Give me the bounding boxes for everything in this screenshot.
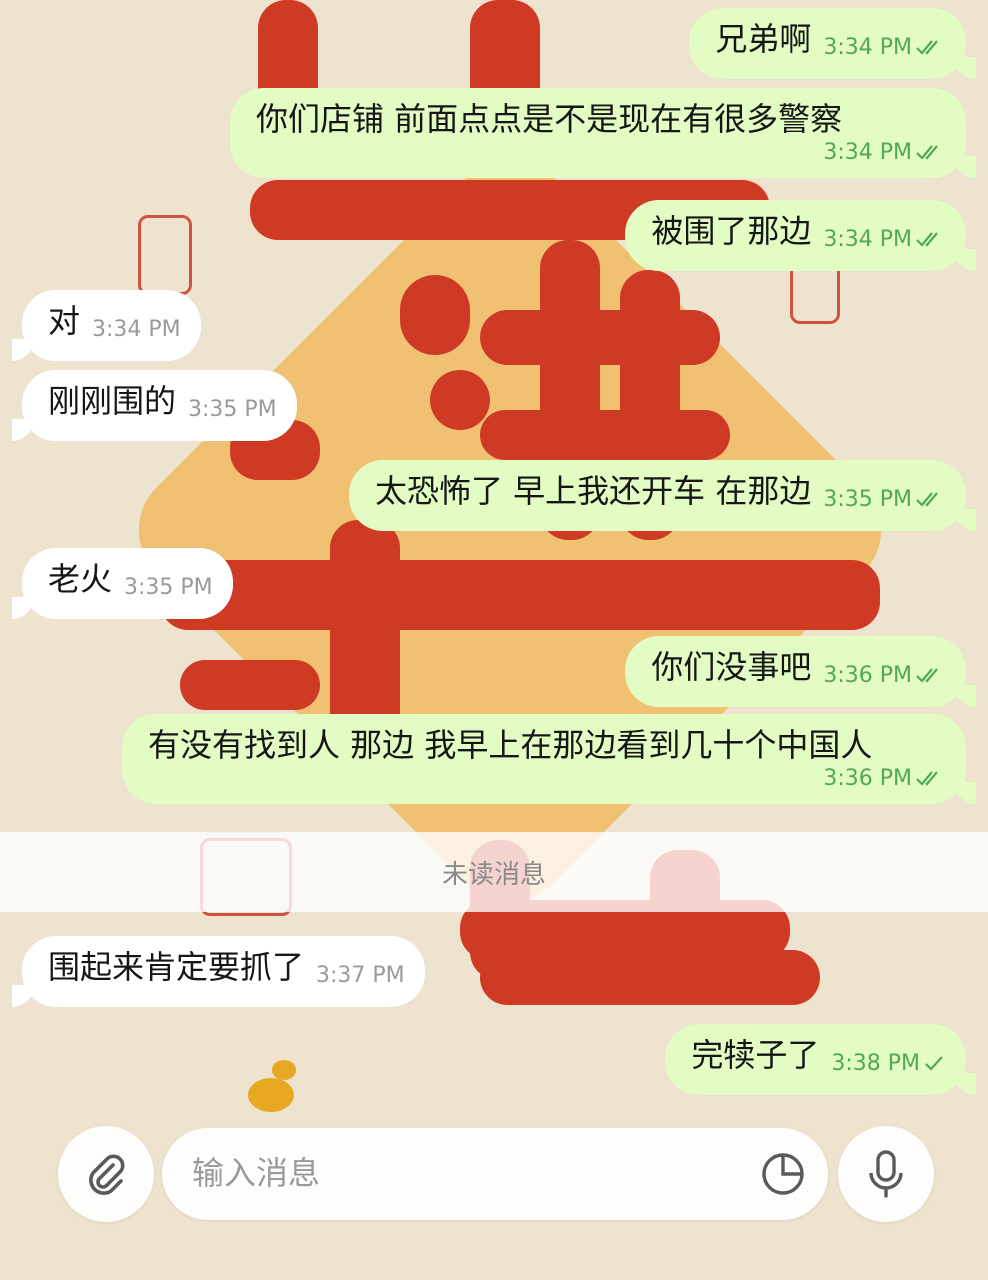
unread-divider: 未读消息 bbox=[0, 832, 988, 912]
wallpaper-stroke bbox=[330, 520, 400, 740]
message-outgoing[interactable]: 你们店铺 前面点点是不是现在有很多警察 3:34 PM bbox=[230, 88, 976, 178]
message-text: 对 bbox=[48, 302, 81, 340]
message-time: 3:38 PM bbox=[831, 1051, 920, 1076]
message-outgoing[interactable]: 你们没事吧 3:36 PM bbox=[625, 636, 976, 707]
attach-button[interactable] bbox=[58, 1126, 154, 1222]
message-meta: 3:34 PM bbox=[823, 23, 946, 73]
message-time: 3:35 PM bbox=[124, 575, 213, 600]
wallpaper-stroke bbox=[400, 275, 470, 355]
double-check-icon bbox=[916, 771, 938, 786]
message-text: 你们店铺 前面点点是不是现在有很多警察 bbox=[256, 100, 843, 138]
voice-button[interactable] bbox=[838, 1126, 934, 1222]
wallpaper-stroke bbox=[180, 660, 320, 710]
message-time: 3:34 PM bbox=[92, 317, 181, 342]
wallpaper-seal bbox=[790, 262, 840, 324]
message-time: 3:35 PM bbox=[823, 487, 912, 512]
message-incoming[interactable]: 老火 3:35 PM bbox=[12, 548, 233, 619]
microphone-icon bbox=[869, 1150, 903, 1198]
message-outgoing[interactable]: 太恐怖了 早上我还开车 在那边 3:35 PM bbox=[348, 460, 976, 531]
double-check-icon bbox=[916, 145, 938, 160]
message-text: 被围了那边 bbox=[651, 212, 812, 250]
message-meta: 3:35 PM bbox=[823, 475, 946, 525]
message-text: 老火 bbox=[48, 560, 113, 598]
double-check-icon bbox=[916, 40, 938, 55]
message-outgoing[interactable]: 被围了那边 3:34 PM bbox=[625, 200, 976, 271]
message-text: 有没有找到人 那边 我早上在那边看到几十个中国人 bbox=[148, 726, 873, 764]
message-text: 刚刚围的 bbox=[48, 382, 177, 420]
single-check-icon bbox=[925, 1056, 943, 1071]
message-input[interactable]: 输入消息 bbox=[162, 1128, 828, 1220]
paperclip-icon bbox=[89, 1154, 125, 1195]
message-incoming[interactable]: 刚刚围的 3:35 PM bbox=[12, 370, 297, 441]
message-input-placeholder: 输入消息 bbox=[192, 1154, 321, 1192]
wallpaper-stroke bbox=[480, 950, 820, 1005]
message-time: 3:34 PM bbox=[823, 140, 912, 165]
message-time: 3:35 PM bbox=[188, 397, 277, 422]
message-meta: 3:34 PM bbox=[823, 215, 946, 265]
message-incoming[interactable]: 对 3:34 PM bbox=[12, 290, 201, 361]
message-meta: 3:36 PM bbox=[823, 651, 946, 701]
wallpaper-coin bbox=[248, 1078, 294, 1112]
double-check-icon bbox=[916, 668, 938, 683]
wallpaper-stroke bbox=[430, 370, 490, 430]
message-text: 兄弟啊 bbox=[715, 20, 812, 58]
message-outgoing[interactable]: 完犊子了 3:38 PM bbox=[665, 1024, 976, 1095]
wallpaper-stroke bbox=[160, 560, 880, 630]
message-time: 3:36 PM bbox=[823, 663, 912, 688]
message-time: 3:34 PM bbox=[823, 227, 912, 252]
wallpaper-stroke bbox=[480, 410, 730, 460]
wallpaper-stroke bbox=[480, 310, 720, 365]
message-time: 3:36 PM bbox=[823, 766, 912, 791]
message-text: 围起来肯定要抓了 bbox=[48, 948, 305, 986]
message-text: 太恐怖了 早上我还开车 在那边 bbox=[374, 472, 812, 510]
message-meta: 3:38 PM bbox=[831, 1039, 946, 1089]
message-text: 你们没事吧 bbox=[651, 648, 812, 686]
message-time: 3:37 PM bbox=[316, 963, 405, 988]
wallpaper-coin bbox=[272, 1060, 296, 1080]
message-outgoing[interactable]: 有没有找到人 那边 我早上在那边看到几十个中国人 3:36 PM bbox=[122, 714, 976, 804]
message-incoming[interactable]: 围起来肯定要抓了 3:37 PM bbox=[12, 936, 425, 1007]
message-time: 3:34 PM bbox=[823, 35, 912, 60]
message-text: 完犊子了 bbox=[691, 1036, 820, 1074]
double-check-icon bbox=[916, 492, 938, 507]
message-outgoing[interactable]: 兄弟啊 3:34 PM bbox=[689, 8, 976, 79]
sticker-icon[interactable] bbox=[760, 1151, 806, 1197]
double-check-icon bbox=[916, 232, 938, 247]
wallpaper-seal bbox=[138, 215, 192, 295]
